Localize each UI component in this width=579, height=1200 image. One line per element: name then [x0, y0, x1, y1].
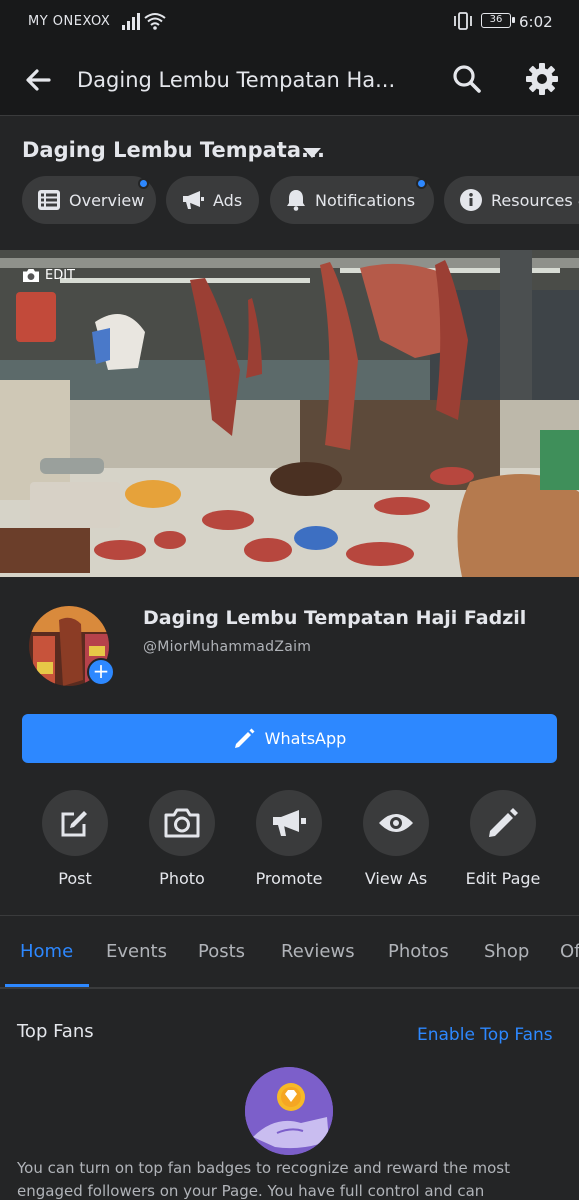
chip-notifications[interactable]: Notifications — [270, 176, 434, 224]
tab-home[interactable]: Home — [20, 941, 73, 962]
chip-label: Resources & — [491, 190, 579, 210]
eye-icon — [379, 814, 413, 832]
notification-dot — [138, 178, 149, 189]
add-profile-photo-button[interactable]: + — [87, 658, 115, 686]
chip-resources[interactable]: Resources & — [444, 176, 579, 224]
top-fan-badge-illustration — [245, 1067, 333, 1155]
carrier-name: MY ONEXOX — [28, 14, 111, 29]
tab-offers[interactable]: Of — [560, 941, 579, 962]
bell-icon — [286, 189, 306, 211]
megaphone-icon — [273, 810, 306, 836]
app-bar: Daging Lembu Tempatan Ha... — [0, 44, 579, 116]
photo-action[interactable]: Photo — [127, 790, 237, 888]
page-name-selector[interactable]: Daging Lembu Tempata... — [22, 138, 325, 162]
page-full-name: Daging Lembu Tempatan Haji Fadzil — [143, 607, 527, 629]
action-label: Promote — [255, 869, 323, 888]
info-icon — [460, 189, 482, 211]
action-label: View As — [364, 869, 428, 888]
cover-photo[interactable]: EDIT — [0, 250, 579, 577]
vibrate-icon — [452, 11, 474, 35]
search-icon[interactable] — [452, 64, 482, 98]
compose-icon — [61, 811, 87, 837]
page-actions: Post Photo Promote View As Edit Page — [0, 790, 579, 900]
page-tabs: Home Events Posts Reviews Photos Shop Of — [0, 917, 579, 989]
caret-down-icon[interactable] — [302, 144, 322, 163]
edit-cover-button[interactable]: EDIT — [22, 268, 75, 283]
top-fans-description: You can turn on top fan badges to recogn… — [17, 1159, 510, 1200]
edit-page-action[interactable]: Edit Page — [448, 790, 558, 888]
app-bar-title: Daging Lembu Tempatan Ha... — [77, 68, 396, 92]
post-action[interactable]: Post — [20, 790, 130, 888]
action-label: Photo — [159, 869, 205, 888]
list-icon — [38, 190, 60, 210]
whatsapp-button-label: WhatsApp — [264, 729, 347, 748]
pencil-icon — [489, 808, 518, 837]
signal-icon — [122, 12, 142, 34]
edit-cover-label: EDIT — [45, 268, 75, 283]
page-header: Daging Lembu Tempata... Overview Ads Not… — [0, 116, 579, 250]
chip-label: Ads — [213, 190, 243, 210]
tab-events[interactable]: Events — [106, 941, 167, 962]
camera-icon — [23, 269, 39, 282]
notification-dot — [416, 178, 427, 189]
tab-photos[interactable]: Photos — [388, 941, 449, 962]
gear-icon[interactable] — [525, 62, 559, 100]
back-arrow-icon[interactable] — [24, 66, 52, 98]
action-label: Edit Page — [465, 869, 541, 888]
cover-image — [0, 250, 579, 577]
status-bar: MY ONEXOX 36 6:02 — [0, 0, 579, 44]
chip-label: Overview — [69, 190, 145, 210]
tab-reviews[interactable]: Reviews — [281, 941, 355, 962]
page-handle: @MiorMuhammadZaim — [143, 639, 312, 655]
enable-top-fans-link[interactable]: Enable Top Fans — [417, 1025, 553, 1045]
camera-icon — [164, 808, 200, 838]
chip-ads[interactable]: Ads — [166, 176, 259, 224]
tab-shop[interactable]: Shop — [484, 941, 529, 962]
chip-label: Notifications — [315, 190, 416, 210]
whatsapp-button[interactable]: WhatsApp — [22, 714, 557, 763]
action-label: Post — [58, 869, 92, 888]
top-fans-title: Top Fans — [17, 1021, 94, 1042]
top-fans-section: Top Fans Enable Top Fans You can turn on… — [0, 991, 579, 1200]
megaphone-icon — [182, 190, 204, 210]
promote-action[interactable]: Promote — [234, 790, 344, 888]
active-tab-indicator — [5, 984, 89, 987]
clock: 6:02 — [519, 13, 553, 31]
chip-overview[interactable]: Overview — [22, 176, 156, 224]
wifi-icon — [144, 12, 166, 34]
pencil-icon — [234, 728, 255, 748]
profile-section: + Daging Lembu Tempatan Haji Fadzil @Mio… — [0, 577, 579, 916]
page-nav-chips: Overview Ads Notifications Resources & — [22, 176, 579, 224]
battery-icon: 36 — [481, 13, 515, 28]
tab-posts[interactable]: Posts — [198, 941, 245, 962]
view-as-action[interactable]: View As — [341, 790, 451, 888]
